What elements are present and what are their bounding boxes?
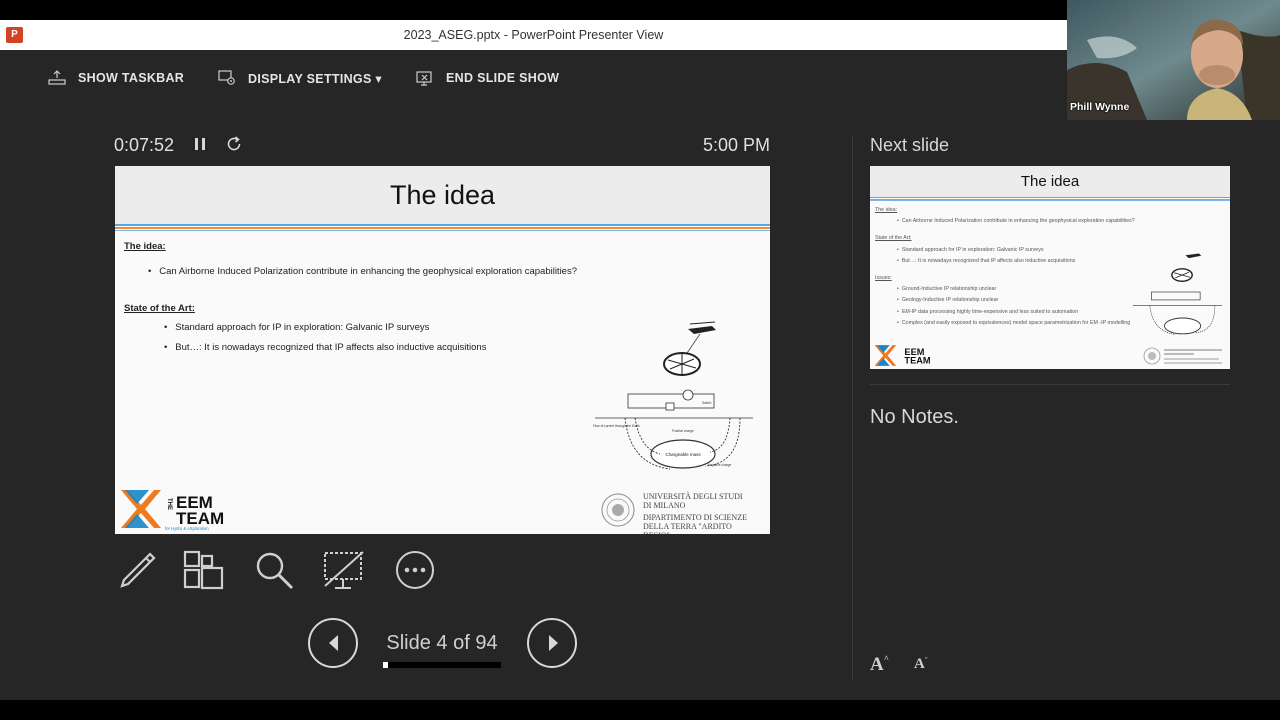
display-settings-icon — [218, 70, 235, 85]
see-all-slides-icon[interactable] — [182, 548, 226, 592]
svg-text:for Hydro & eXploration: for Hydro & eXploration — [165, 526, 209, 531]
show-taskbar-button[interactable]: SHOW TASKBAR — [48, 70, 184, 86]
next-slide-diagram — [1132, 253, 1223, 335]
notes-separator — [870, 384, 1230, 385]
show-taskbar-label: SHOW TASKBAR — [78, 71, 185, 85]
window-title: 2023_ASEG.pptx - PowerPoint Presenter Vi… — [403, 28, 664, 42]
display-settings-label: DISPLAY SETTINGS ▾ — [248, 71, 382, 86]
pen-tool-icon[interactable] — [114, 548, 158, 592]
diagram-label-switch: Switch — [702, 401, 712, 405]
slide-progress-bar — [383, 662, 501, 668]
next-university-logo — [1143, 347, 1222, 365]
diagram-label-flow: Flow of current through the Earth — [593, 424, 640, 428]
current-time: 5:00 PM — [702, 135, 770, 155]
svg-text:THE: THE — [166, 498, 172, 510]
more-options-icon[interactable] — [393, 548, 437, 592]
slide-progress-fill — [383, 662, 389, 668]
participant-name: Phill Wynne — [1070, 101, 1130, 113]
next-eem-team-logo: EEM TEAM — [874, 345, 931, 366]
pause-timer-icon[interactable] — [194, 137, 206, 151]
display-settings-button[interactable]: DISPLAY SETTINGS ▾ — [218, 70, 382, 86]
bullet-item: • Can Airborne Induced Polarization cont… — [148, 266, 577, 277]
diagram-label-mass: Chargeable mass — [665, 452, 701, 457]
black-screen-icon[interactable] — [322, 548, 366, 592]
slide-accent-band — [115, 224, 770, 231]
chevron-right-icon — [549, 635, 558, 651]
bottom-strip — [0, 700, 1280, 720]
svg-text:TEAM: TEAM — [904, 356, 930, 366]
zoom-icon[interactable] — [252, 548, 296, 592]
university-seal-icon — [601, 493, 635, 527]
increase-font-button[interactable]: A^ — [870, 654, 889, 676]
section-heading-state-of-art: State of the Art: — [124, 303, 195, 314]
elapsed-timer: 0:07:52 — [114, 135, 175, 155]
next-heading-state-of-art: State of the Art: — [875, 235, 912, 242]
top-toolbar: SHOW TASKBAR DISPLAY SETTINGS ▾ END SLID… — [0, 50, 1067, 105]
next-heading-idea: The idea: — [875, 207, 898, 213]
next-bullet-item: • Can Airborne Induced Polarization cont… — [897, 218, 1135, 225]
next-slide-button[interactable] — [527, 618, 577, 668]
restart-timer-icon[interactable] — [226, 136, 242, 152]
title-bar: P 2023_ASEG.pptx - PowerPoint Presenter … — [0, 20, 1067, 50]
chevron-left-icon — [329, 635, 338, 651]
next-slide-title: The idea — [870, 166, 1230, 197]
end-slide-show-button[interactable]: END SLIDE SHOW — [416, 70, 559, 86]
speaker-notes[interactable]: No Notes. — [870, 406, 959, 429]
next-slide-preview[interactable]: The idea The idea: • Can Airborne Induce… — [870, 166, 1230, 369]
section-heading-idea: The idea: — [124, 241, 166, 252]
eem-team-logo: THE EEM TEAM for Hydro & eXploration — [121, 490, 224, 531]
decrease-font-button[interactable]: Aˇ — [914, 656, 928, 673]
presenter-view: SHOW TASKBAR DISPLAY SETTINGS ▾ END SLID… — [0, 50, 1280, 700]
pane-divider[interactable] — [852, 135, 853, 680]
next-slide-label: Next slide — [870, 135, 950, 155]
previous-slide-button[interactable] — [308, 618, 358, 668]
university-logo: UNIVERSITÀ DEGLI STUDI DI MILANO DIPARTI… — [600, 490, 760, 534]
end-show-icon — [416, 71, 432, 86]
end-slide-show-label: END SLIDE SHOW — [446, 71, 560, 85]
down-arrow-icon: ˇ — [924, 656, 928, 665]
slide-counter[interactable]: Slide 4 of 94 — [383, 632, 501, 655]
slide-title: The idea — [115, 166, 770, 224]
taskbar-icon — [48, 70, 66, 85]
diagram-label-positive: Positive charge — [672, 429, 694, 433]
up-arrow-icon: ^ — [883, 654, 889, 664]
current-slide[interactable]: The idea The idea: • Can Airborne Induce… — [115, 166, 770, 534]
airborne-ip-diagram: Chargeable mass Positive charge Negative… — [593, 321, 753, 470]
webcam-video: Phill Wynne — [1067, 0, 1280, 120]
